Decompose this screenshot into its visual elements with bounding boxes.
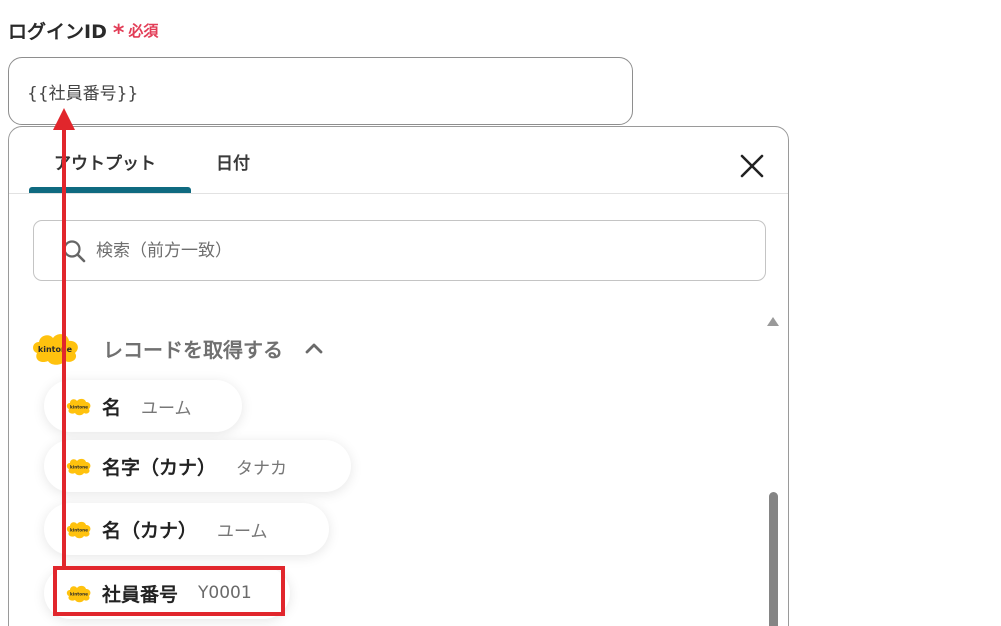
scroll-thumb[interactable] (769, 492, 778, 626)
output-item-value: タナカ (236, 458, 288, 479)
login-id-input[interactable]: {{社員番号}} (8, 57, 633, 125)
output-item-name: 名 (102, 396, 122, 419)
svg-text:kintone: kintone (70, 528, 88, 533)
login-id-label: ログインID (8, 20, 107, 43)
tabs-divider (9, 193, 788, 194)
output-item-mei-kana[interactable]: kintone 名（カナ） ユーム (44, 503, 329, 555)
login-id-input-value: {{社員番号}} (27, 83, 139, 104)
search-input[interactable] (96, 240, 696, 261)
chevron-up-icon[interactable] (305, 342, 323, 354)
annotation-highlight-box (53, 566, 285, 616)
output-item-name: 名（カナ） (102, 519, 198, 542)
search-icon (63, 239, 86, 262)
close-icon[interactable] (737, 151, 767, 181)
section-header-get-record[interactable]: kintone レコードを取得する (31, 327, 323, 369)
svg-text:kintone: kintone (70, 405, 88, 410)
section-title: レコードを取得する (103, 337, 283, 362)
login-id-label-row: ログインID * 必須 (8, 16, 159, 46)
kintone-logo-icon: kintone (66, 458, 91, 476)
output-item-value: ユーム (141, 398, 192, 419)
svg-text:kintone: kintone (38, 345, 73, 354)
output-item-mei[interactable]: kintone 名 ユーム (44, 380, 242, 432)
output-item-value: ユーム (217, 521, 268, 542)
required-badge: 必須 (128, 21, 159, 40)
tab-date[interactable]: 日付 (216, 149, 250, 174)
scroll-up-icon[interactable] (767, 317, 779, 326)
search-field[interactable] (33, 220, 766, 281)
required-asterisk: * (112, 20, 125, 46)
kintone-logo-icon: kintone (66, 398, 91, 416)
svg-text:kintone: kintone (70, 465, 88, 470)
output-item-myouji-kana[interactable]: kintone 名字（カナ） タナカ (44, 440, 351, 492)
output-panel: アウトプット 日付 kintone レコードを取得する kintone (8, 126, 789, 626)
output-item-name: 名字（カナ） (102, 456, 217, 479)
scrollbar[interactable] (766, 307, 780, 626)
tab-output[interactable]: アウトプット (54, 149, 156, 174)
kintone-logo-icon: kintone (66, 521, 91, 539)
kintone-logo-icon: kintone (33, 334, 78, 365)
